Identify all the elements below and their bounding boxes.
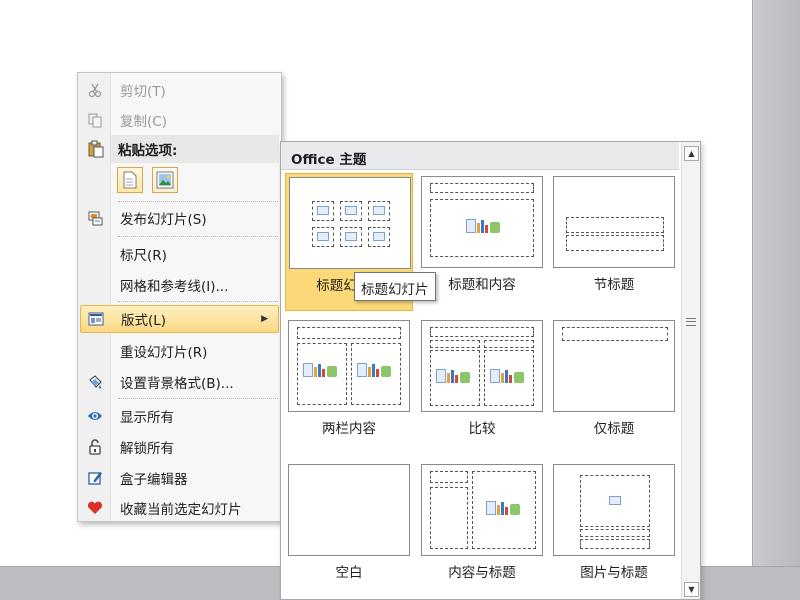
menu-item-box-editor[interactable]: 盒子编辑器 [80,464,279,492]
layout-thumbnail [289,177,411,269]
arrow-up-icon: ▲ [688,149,695,158]
menu-item-unlock-all[interactable]: 解锁所有 [80,433,279,461]
content-placeholder-icon [373,232,385,241]
content-placeholder-icon [303,361,337,379]
context-menu: 剪切(T) 复制(C) 粘贴选项: 发布幻灯片(S) 标尺(R) 网格和参考线(… [77,72,282,522]
menu-item-show-all[interactable]: 显示所有 [80,402,279,430]
menu-item-label: 发布幻灯片(S) [120,212,207,228]
menu-separator [118,201,278,202]
menu-item-label: 解锁所有 [120,441,174,457]
content-placeholder-icon [486,499,520,517]
layout-tooltip: 标题幻灯片 [354,272,436,301]
menu-item-grid-and-guides[interactable]: 网格和参考线(I)... [80,271,279,299]
content-placeholder-icon [490,367,524,385]
layout-label: 节标题 [593,277,635,293]
content-placeholder-icon [317,206,329,215]
content-placeholder-icon [357,361,391,379]
heart-icon [80,494,110,522]
content-placeholder-icon [466,217,500,235]
layout-thumbnail [288,320,410,412]
layout-thumbnail [288,464,410,556]
publish-slide-icon [80,204,110,232]
menu-item-copy[interactable]: 复制(C) [80,106,279,134]
scroll-up-button[interactable]: ▲ [684,146,699,161]
menu-item-favorite-slide[interactable]: 收藏当前选定幻灯片 [80,494,279,522]
menu-item-publish-slides[interactable]: 发布幻灯片(S) [80,204,279,232]
scissors-icon [80,76,110,104]
copy-icon [80,106,110,134]
layout-label: 空白 [335,565,363,581]
menu-item-label: 收藏当前选定幻灯片 [120,502,242,518]
picture-placeholder-icon [609,496,621,505]
menu-item-layout[interactable]: 版式(L) ▶ [80,305,279,333]
menu-item-label: 盒子编辑器 [120,472,188,488]
content-placeholder-icon [317,232,329,241]
gallery-title: Office 主题 [281,142,679,170]
content-placeholder-icon [373,206,385,215]
layout-icon [81,305,111,333]
layout-comparison[interactable]: 比较 [418,317,546,455]
layout-title-and-content[interactable]: 标题和内容 [418,173,546,311]
scroll-down-button[interactable]: ▼ [684,582,699,597]
eye-icon [80,402,110,430]
layout-thumbnail [553,320,675,412]
menu-item-label: 设置背景格式(B)... [120,376,234,392]
menu-separator [118,301,278,302]
layout-content-with-caption[interactable]: 内容与标题 [418,461,546,599]
menu-separator [118,398,278,399]
menu-item-label: 重设幻灯片(R) [120,345,208,361]
gallery-scrollbar[interactable]: ▲ ▼ [681,142,700,599]
arrow-down-icon: ▼ [688,585,695,594]
scroll-grip-icon[interactable] [686,318,696,326]
menu-item-ruler[interactable]: 标尺(R) [80,240,279,268]
submenu-arrow-icon: ▶ [261,314,268,324]
menu-item-label: 显示所有 [120,410,174,426]
paste-options-label: 粘贴选项: [118,143,178,159]
layout-two-content[interactable]: 两栏内容 [285,317,413,455]
layout-thumbnail [421,176,543,268]
layout-label: 内容与标题 [448,565,516,581]
paste-icon [84,137,108,161]
menu-item-label: 标尺(R) [120,248,167,264]
menu-separator [118,236,278,237]
layout-label: 标题和内容 [448,277,516,293]
content-placeholder-icon [436,367,470,385]
paste-options-header: 粘贴选项: [111,135,279,163]
paste-use-destination-theme-icon [123,171,137,189]
layout-picture-with-caption[interactable]: 图片与标题 [550,461,678,599]
layout-blank[interactable]: 空白 [285,461,413,599]
paste-picture-icon [156,171,174,189]
edit-icon [80,464,110,492]
menu-item-label: 版式(L) [121,313,167,329]
menu-item-reset-slide[interactable]: 重设幻灯片(R) [80,337,279,365]
paste-picture-button[interactable] [152,167,178,193]
menu-item-label: 网格和参考线(I)... [120,279,229,295]
layout-label: 两栏内容 [322,421,376,437]
content-placeholder-icon [345,232,357,241]
layout-label: 图片与标题 [580,565,648,581]
layout-thumbnail [553,464,675,556]
menu-item-label: 剪切(T) [120,84,166,100]
layout-thumbnail [421,320,543,412]
layout-label: 比较 [468,421,496,437]
layout-thumbnail [553,176,675,268]
menu-item-label: 复制(C) [120,114,167,130]
layout-thumbnail [421,464,543,556]
unlock-icon [80,433,110,461]
format-background-icon [80,368,110,396]
menu-item-format-background[interactable]: 设置背景格式(B)... [80,368,279,396]
layout-title-only[interactable]: 仅标题 [550,317,678,455]
layout-label: 仅标题 [593,421,635,437]
workspace-background [752,0,800,600]
layout-gallery: Office 主题 标题幻灯片 标题和内容 节标题 两栏内容 比较 仅标题 空白… [280,141,701,600]
content-placeholder-icon [345,206,357,215]
layout-section-header[interactable]: 节标题 [550,173,678,311]
menu-item-cut[interactable]: 剪切(T) [80,76,279,104]
paste-use-destination-theme-button[interactable] [117,167,143,193]
